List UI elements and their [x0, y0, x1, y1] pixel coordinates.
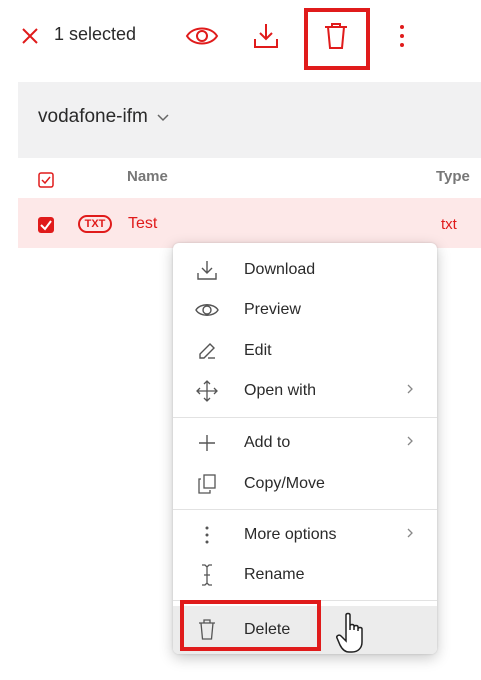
eye-icon [185, 27, 219, 45]
file-type: txt [441, 216, 457, 233]
close-icon [22, 28, 38, 44]
menu-item-open-with[interactable]: Open with [173, 371, 437, 411]
menu-item-edit[interactable]: Edit [173, 331, 437, 371]
download-icon [195, 258, 219, 282]
chevron-right-icon [406, 434, 414, 452]
selected-count: 1 selected [54, 24, 137, 44]
chevron-right-icon [406, 382, 414, 400]
preview-button[interactable] [184, 22, 220, 50]
menu-divider [173, 509, 437, 510]
context-menu: Download Preview Edit Open with Add to C… [173, 243, 437, 654]
eye-icon [195, 298, 219, 322]
menu-item-rename[interactable]: Rename [173, 555, 437, 595]
chevron-right-icon [406, 526, 414, 544]
move-arrows-icon [195, 379, 219, 403]
menu-item-label: Edit [244, 342, 272, 359]
trash-icon [325, 23, 347, 49]
download-icon [254, 24, 278, 48]
menu-item-label: More options [244, 526, 337, 543]
column-header-type[interactable]: Type [436, 168, 470, 185]
menu-item-label: Preview [244, 301, 301, 318]
file-type-badge: TXT [78, 215, 112, 233]
menu-item-copy-move[interactable]: Copy/Move [173, 464, 437, 504]
menu-item-label: Copy/Move [244, 475, 325, 492]
download-button[interactable] [252, 20, 280, 52]
menu-divider [173, 417, 437, 418]
menu-item-label: Add to [244, 434, 291, 451]
delete-item-highlight [180, 600, 321, 651]
menu-item-add-to[interactable]: Add to [173, 423, 437, 463]
menu-item-label: Rename [244, 566, 305, 583]
menu-item-download[interactable]: Download [173, 250, 437, 290]
menu-item-label: Download [244, 261, 316, 278]
menu-item-more-options[interactable]: More options [173, 515, 437, 555]
select-all-checkbox[interactable] [38, 172, 54, 188]
selection-toolbar: 1 selected [0, 0, 481, 82]
copy-icon [195, 472, 219, 496]
hand-cursor-icon [336, 612, 363, 653]
plus-icon [195, 431, 219, 455]
close-selection-button[interactable] [18, 24, 42, 48]
file-name[interactable]: Test [128, 215, 157, 233]
more-vertical-icon [400, 25, 404, 47]
folder-selector[interactable]: vodafone-ifm [38, 106, 170, 128]
menu-item-label: Open with [244, 382, 317, 399]
delete-button[interactable] [321, 20, 351, 52]
folder-name: vodafone-ifm [38, 106, 148, 127]
column-header-name[interactable]: Name [127, 168, 168, 185]
more-actions-button[interactable] [394, 22, 410, 50]
chevron-down-icon [157, 114, 169, 122]
text-cursor-icon [195, 563, 219, 587]
row-checkbox[interactable] [38, 217, 54, 233]
more-vertical-icon [195, 523, 219, 547]
pencil-icon [195, 339, 219, 363]
menu-item-preview[interactable]: Preview [173, 290, 437, 330]
